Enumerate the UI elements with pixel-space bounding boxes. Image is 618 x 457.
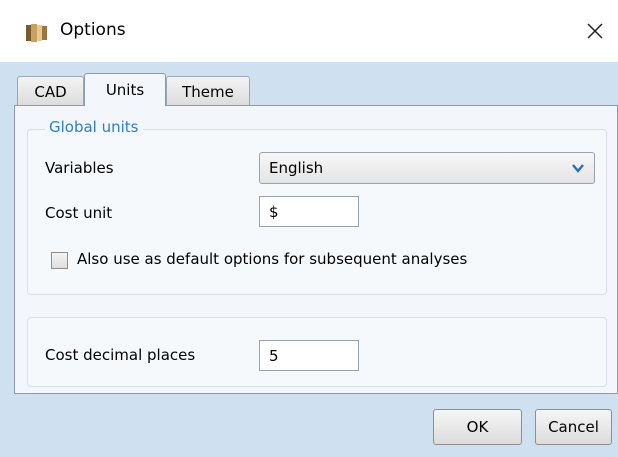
tab-cad[interactable]: CAD xyxy=(17,76,84,106)
tab-theme-label: Theme xyxy=(182,82,234,101)
global-units-legend: Global units xyxy=(45,118,143,136)
cost-unit-value: $ xyxy=(269,202,279,221)
window-title: Options xyxy=(60,20,126,40)
variables-selected-value: English xyxy=(269,159,324,177)
ok-button[interactable]: OK xyxy=(433,409,522,445)
options-app-icon xyxy=(24,22,50,44)
ok-button-label: OK xyxy=(466,418,489,436)
cost-unit-input[interactable]: $ xyxy=(259,196,359,227)
default-options-label: Also use as default options for subseque… xyxy=(77,250,468,268)
cancel-button[interactable]: Cancel xyxy=(535,409,612,445)
variables-dropdown[interactable]: English xyxy=(259,152,595,184)
tab-units[interactable]: Units xyxy=(84,73,166,106)
chevron-down-icon xyxy=(572,164,584,173)
tab-theme[interactable]: Theme xyxy=(166,76,250,106)
title-bar: Options xyxy=(0,0,618,62)
variables-label: Variables xyxy=(45,159,114,177)
close-icon xyxy=(587,23,603,39)
options-dialog: Options CAD Units Theme Global units Var… xyxy=(0,0,618,457)
cancel-button-label: Cancel xyxy=(548,418,599,436)
default-options-checkbox[interactable] xyxy=(51,252,68,269)
tab-cad-label: CAD xyxy=(34,82,67,101)
cost-unit-label: Cost unit xyxy=(45,204,113,222)
cost-decimal-places-label: Cost decimal places xyxy=(45,346,196,364)
cost-decimal-places-input[interactable]: 5 xyxy=(259,340,359,371)
units-tab-panel: Global units Variables English Cost unit… xyxy=(14,105,618,394)
close-button[interactable] xyxy=(578,14,612,48)
tab-units-label: Units xyxy=(105,81,145,99)
cost-decimal-places-value: 5 xyxy=(269,346,279,365)
